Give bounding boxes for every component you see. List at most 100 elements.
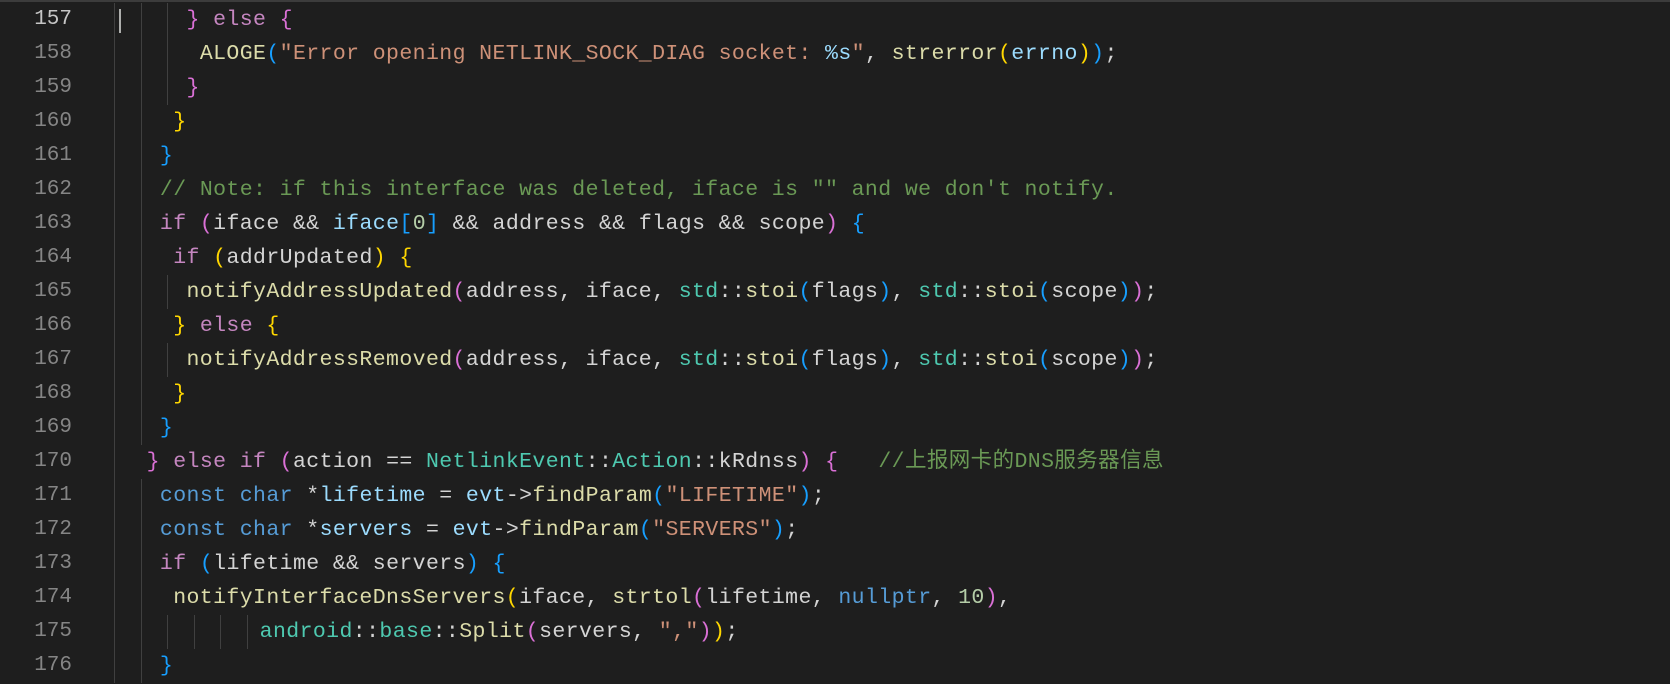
code-line[interactable]: 160} <box>0 105 1670 139</box>
code-line[interactable]: 157} else { <box>0 3 1670 37</box>
code-token: :: <box>718 280 746 304</box>
code-line[interactable]: 168} <box>0 377 1670 411</box>
code-line[interactable]: 173 if (lifetime && servers) { <box>0 547 1670 581</box>
code-line[interactable]: 163 if (iface && iface[0] && address && f… <box>0 207 1670 241</box>
code-token: //上报网卡的DNS服务器信息 <box>878 450 1164 474</box>
code-token: ] <box>426 212 440 236</box>
code-token: :: <box>432 620 460 644</box>
code-line[interactable]: 175 android::base::Split(servers, ",")); <box>0 615 1670 649</box>
code-token: notifyAddressRemoved <box>186 348 453 372</box>
code-text[interactable]: const char *lifetime = evt->findParam("L… <box>160 479 825 513</box>
code-token: evt <box>465 484 506 508</box>
indent-guide <box>140 479 142 513</box>
code-text[interactable]: } <box>173 377 186 411</box>
indent-guide <box>114 275 115 309</box>
code-line[interactable]: 158 ALOGE("Error opening NETLINK_SOCK_DIA… <box>0 37 1670 71</box>
code-line[interactable]: 174 notifyInterfaceDnsServers(iface, strt… <box>0 581 1670 615</box>
indent-guide <box>114 309 115 343</box>
code-token: ( <box>1037 348 1052 372</box>
code-text[interactable]: ALOGE("Error opening NETLINK_SOCK_DIAG s… <box>200 37 1118 71</box>
code-token: } <box>186 76 200 100</box>
indent-guide <box>167 343 169 377</box>
code-text[interactable]: // Note: if this interface was deleted, … <box>160 173 1118 207</box>
code-token: ( <box>199 212 214 236</box>
code-line[interactable]: 161} <box>0 139 1670 173</box>
code-token: } <box>146 450 160 474</box>
code-token: iface && <box>213 212 333 236</box>
code-text[interactable]: const char *servers = evt->findParam("SE… <box>160 513 799 547</box>
indent-guide <box>193 615 195 649</box>
code-token: char <box>239 518 293 542</box>
code-line[interactable]: 164 if (addrUpdated) { <box>0 241 1670 275</box>
code-token: } <box>173 382 187 406</box>
indent-guide <box>140 275 142 309</box>
code-line[interactable]: 165 notifyAddressUpdated(address, iface, … <box>0 275 1670 309</box>
code-text[interactable]: } <box>160 139 173 173</box>
code-line[interactable]: 170} else if (action == NetlinkEvent::Ac… <box>0 445 1670 479</box>
code-line[interactable]: 166} else { <box>0 309 1670 343</box>
indent-guide <box>167 3 169 37</box>
code-token: && address && flags && scope <box>439 212 826 236</box>
code-token: = <box>425 484 466 508</box>
code-token: ( <box>798 280 812 304</box>
code-token: { <box>851 212 866 236</box>
code-token: "SERVERS" <box>652 518 772 542</box>
line-number: 174 <box>34 586 72 609</box>
code-line[interactable]: 159} <box>0 71 1670 105</box>
code-token: ; <box>1104 42 1118 66</box>
indent-guide <box>167 275 169 309</box>
code-editor[interactable]: 157} else {158 ALOGE("Error opening NETLI… <box>0 0 1670 684</box>
line-number: 171 <box>34 484 72 507</box>
code-token: { <box>399 246 413 270</box>
code-text[interactable]: notifyAddressRemoved(address, iface, std… <box>187 343 1158 377</box>
code-text[interactable]: android::base::Split(servers, ",")); <box>260 615 739 649</box>
code-token: * <box>292 484 320 508</box>
code-line[interactable]: 176} <box>0 649 1670 683</box>
code-token: iface, <box>519 586 613 610</box>
code-text[interactable]: } <box>160 649 173 683</box>
code-text[interactable]: if (addrUpdated) { <box>173 241 413 275</box>
indent-guide <box>114 479 115 513</box>
indent-guide <box>140 343 142 377</box>
code-text[interactable]: } <box>160 411 173 445</box>
code-token: else if <box>173 450 267 474</box>
line-number: 176 <box>34 654 72 677</box>
code-text[interactable]: notifyInterfaceDnsServers(iface, strtol(… <box>173 581 1011 615</box>
code-text[interactable]: } else { <box>187 3 293 37</box>
code-text[interactable]: notifyAddressUpdated(address, iface, std… <box>187 275 1158 309</box>
code-token: [ <box>399 212 413 236</box>
code-token: } <box>186 8 200 32</box>
indent-guide <box>114 547 115 581</box>
indent-guide <box>140 513 142 547</box>
code-token: notifyInterfaceDnsServers <box>173 586 506 610</box>
indent-guide <box>114 105 115 139</box>
code-token: :: <box>718 348 746 372</box>
code-text[interactable]: if (lifetime && servers) { <box>160 547 506 581</box>
code-line[interactable]: 171 const char *lifetime = evt->findParam… <box>0 479 1670 513</box>
code-text[interactable]: } <box>187 71 200 105</box>
code-token: std <box>918 280 959 304</box>
code-line[interactable]: 169} <box>0 411 1670 445</box>
code-text[interactable]: } <box>173 105 186 139</box>
code-token: ) <box>1131 280 1145 304</box>
code-text[interactable]: } else { <box>173 309 279 343</box>
code-token: servers <box>319 518 413 542</box>
line-number: 164 <box>34 246 72 269</box>
code-token: servers, <box>539 620 659 644</box>
code-token: -> <box>492 518 520 542</box>
indent-guide <box>114 3 115 37</box>
code-token: } <box>159 144 174 168</box>
code-line[interactable]: 162 // Note: if this interface was delete… <box>0 173 1670 207</box>
code-token: else <box>199 314 254 338</box>
code-token: std <box>918 348 959 372</box>
code-line[interactable]: 167 notifyAddressRemoved(address, iface, … <box>0 343 1670 377</box>
code-token: strerror <box>891 42 998 66</box>
code-text[interactable]: if (iface && iface[0] && address && flag… <box>160 207 865 241</box>
code-line[interactable]: 172 const char *servers = evt->findParam(… <box>0 513 1670 547</box>
code-text[interactable]: } else if (action == NetlinkEvent::Actio… <box>147 445 1164 479</box>
code-token: ) <box>825 212 839 236</box>
